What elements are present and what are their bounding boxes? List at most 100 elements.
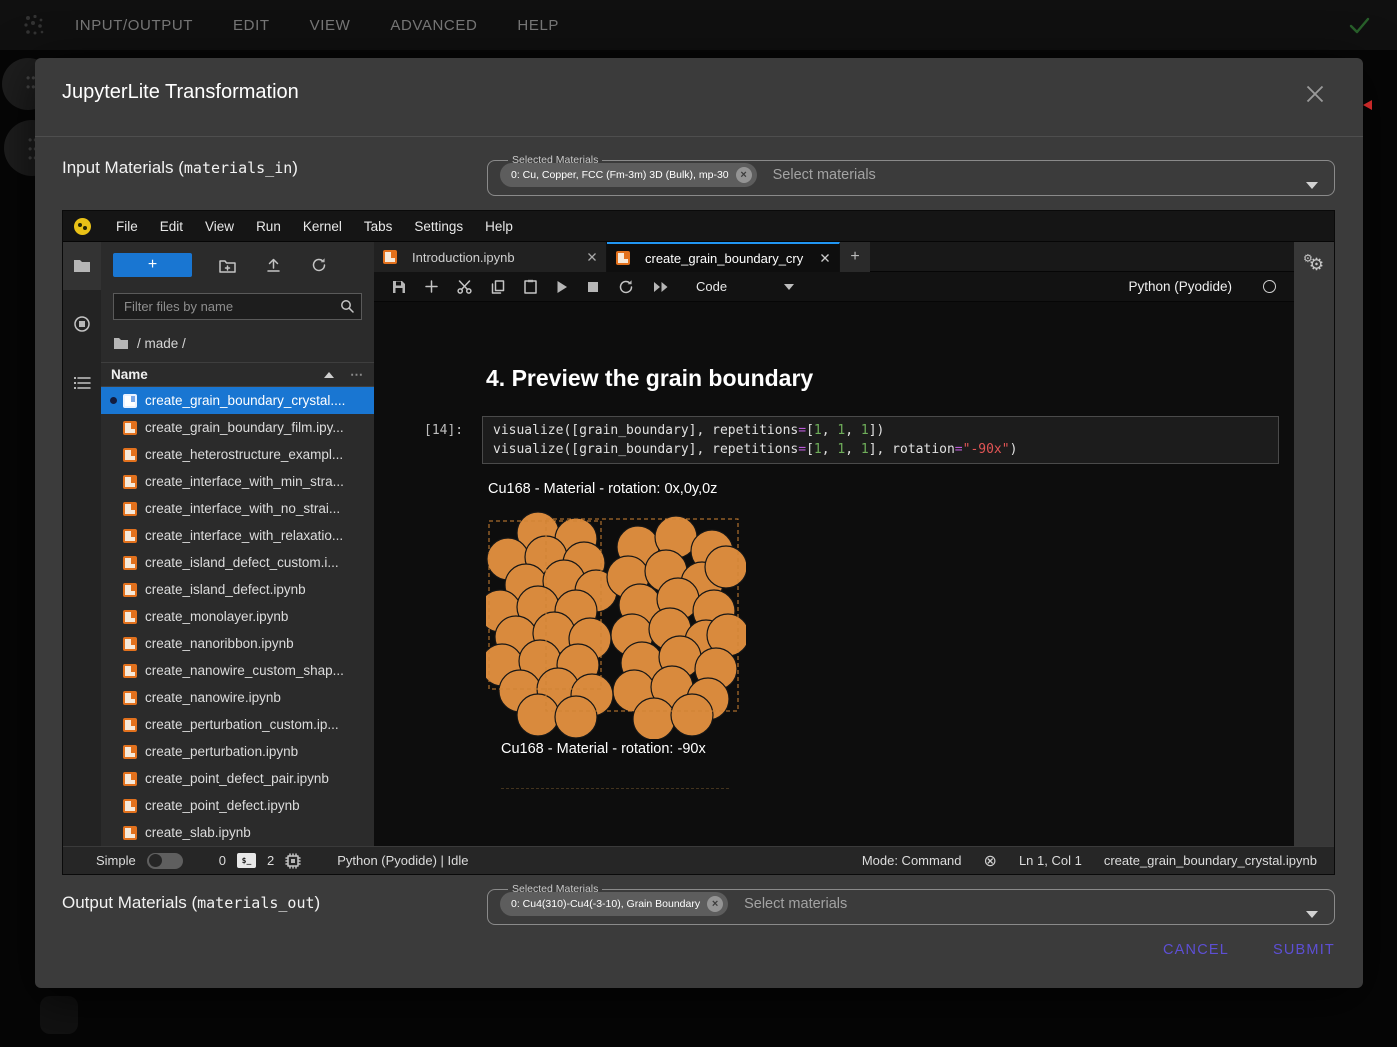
input-materials-select[interactable]: Selected Materials 0: Cu, Copper, FCC (F… (487, 155, 1335, 196)
column-name: Name (111, 367, 148, 382)
notebook-file-icon (123, 502, 137, 516)
file-list-item[interactable]: create_monolayer.ipynb (101, 603, 374, 630)
tab-create-grain-boundary[interactable]: create_grain_boundary_cry (607, 242, 840, 272)
notebook-file-icon (123, 583, 137, 597)
tab-introduction[interactable]: Introduction.ipynb (374, 242, 607, 272)
output-material-chip[interactable]: 0: Cu4(310)-Cu4(-3-10), Grain Boundary × (500, 892, 728, 916)
cursor-position[interactable]: Ln 1, Col 1 (1019, 853, 1082, 868)
file-list-item[interactable]: create_interface_with_min_stra... (101, 468, 374, 495)
add-cell-icon[interactable] (425, 280, 438, 293)
cut-icon[interactable] (457, 280, 472, 294)
jupyter-menu-settings[interactable]: Settings (403, 219, 474, 234)
file-name: create_nanowire.ipynb (145, 690, 281, 705)
jupyter-menu-kernel[interactable]: Kernel (292, 219, 353, 234)
more-icon[interactable]: ⋯ (350, 367, 364, 383)
kernel-status-icon[interactable] (1263, 280, 1276, 293)
input-material-chip[interactable]: 0: Cu, Copper, FCC (Fm-3m) 3D (Bulk), mp… (500, 163, 757, 187)
new-folder-icon[interactable] (219, 258, 236, 273)
notebook-file-icon (123, 826, 137, 840)
new-tab-button[interactable]: + (840, 242, 870, 272)
cancel-button[interactable]: CANCEL (1163, 942, 1229, 958)
file-list-item[interactable]: create_interface_with_no_strai... (101, 495, 374, 522)
stop-icon[interactable] (587, 281, 599, 293)
mode-indicator[interactable]: Mode: Command (862, 853, 962, 868)
file-list-header[interactable]: Name ⋯ (101, 362, 374, 387)
new-launcher-button[interactable]: + (113, 253, 192, 277)
copy-icon[interactable] (491, 280, 505, 294)
cu-atom (671, 694, 713, 736)
breadcrumb[interactable]: / made / (113, 333, 362, 353)
file-list-item[interactable]: create_island_defect_custom.i... (101, 549, 374, 576)
chip-label: 0: Cu, Copper, FCC (Fm-3m) 3D (Bulk), mp… (511, 169, 729, 181)
jupyter-menu-edit[interactable]: Edit (149, 219, 194, 234)
file-name: create_monolayer.ipynb (145, 609, 288, 624)
file-name: create_nanowire_custom_shap... (145, 663, 344, 678)
upload-icon[interactable] (266, 257, 281, 273)
simple-mode-toggle[interactable] (147, 853, 183, 869)
file-list-item[interactable]: create_point_defect_pair.ipynb (101, 765, 374, 792)
file-list-item[interactable]: create_point_defect.ipynb (101, 792, 374, 819)
settings-gears-icon[interactable]: ⚙⚙ (1303, 252, 1324, 275)
run-icon[interactable] (556, 280, 568, 294)
close-tab-icon[interactable] (820, 253, 830, 263)
notebook-file-icon (123, 556, 137, 570)
chip-remove-icon[interactable]: × (707, 896, 723, 912)
restart-kernel-icon[interactable] (618, 279, 634, 295)
file-name: create_grain_boundary_film.ipy... (145, 420, 344, 435)
paste-icon[interactable] (524, 279, 537, 294)
file-list-item[interactable]: create_perturbation.ipynb (101, 738, 374, 765)
chevron-down-icon[interactable] (1306, 182, 1318, 189)
input-select-placeholder: Select materials (773, 167, 876, 183)
material-visualization[interactable] (486, 507, 746, 739)
dialog-actions: CANCEL SUBMIT (1163, 942, 1335, 958)
output-materials-select[interactable]: Selected Materials 0: Cu4(310)-Cu4(-3-10… (487, 884, 1335, 925)
file-list-item[interactable]: create_interface_with_relaxatio... (101, 522, 374, 549)
kernel-name[interactable]: Python (Pyodide) (1128, 279, 1232, 294)
file-name: create_slab.ipynb (145, 825, 251, 840)
run-all-icon[interactable] (653, 281, 669, 293)
output-select-placeholder: Select materials (744, 896, 847, 912)
code-cell[interactable]: visualize([grain_boundary], repetitions=… (482, 416, 1279, 464)
file-list-item[interactable]: create_heterostructure_exampl... (101, 441, 374, 468)
notebook-document[interactable]: 4. Preview the grain boundary [14]: visu… (374, 302, 1294, 846)
sidebar-tab-running[interactable] (63, 300, 101, 348)
close-icon[interactable] (1305, 84, 1325, 104)
jupyter-menu-run[interactable]: Run (245, 219, 292, 234)
submit-button[interactable]: SUBMIT (1273, 942, 1335, 958)
cell-type-dropdown[interactable]: Code (696, 279, 727, 294)
file-name: create_heterostructure_exampl... (145, 447, 343, 462)
file-list-item[interactable]: create_perturbation_custom.ip... (101, 711, 374, 738)
chevron-down-icon[interactable] (784, 284, 794, 290)
jupyter-menu-tabs[interactable]: Tabs (353, 219, 404, 234)
cu-atom (633, 698, 675, 739)
file-name: create_interface_with_min_stra... (145, 474, 344, 489)
close-tab-icon[interactable] (587, 252, 597, 262)
sidebar-tab-toc[interactable] (63, 359, 101, 407)
file-list-item[interactable]: create_nanoribbon.ipynb (101, 630, 374, 657)
chip-remove-icon[interactable]: × (736, 167, 752, 183)
file-name: create_point_defect.ipynb (145, 798, 300, 813)
jupyter-menu-view[interactable]: View (194, 219, 245, 234)
chevron-down-icon[interactable] (1306, 911, 1318, 918)
jupyter-menu-file[interactable]: File (105, 219, 149, 234)
save-icon[interactable] (392, 280, 406, 294)
file-list-item[interactable]: create_grain_boundary_crystal.... (101, 387, 374, 414)
file-list-item[interactable]: create_nanowire_custom_shap... (101, 657, 374, 684)
sidebar-tab-files[interactable] (63, 242, 101, 290)
jupyter-menus: FileEditViewRunKernelTabsSettingsHelp (105, 219, 524, 234)
file-list-item[interactable]: create_island_defect.ipynb (101, 576, 374, 603)
kernels-count[interactable]: 2 (267, 853, 274, 868)
notebook-file-icon (123, 691, 137, 705)
refresh-icon[interactable] (311, 257, 327, 273)
notebook-file-icon (123, 718, 137, 732)
output-materials-label: Output Materials (materials_out) (62, 893, 320, 913)
terminals-count[interactable]: 0 (219, 853, 226, 868)
filter-files-input[interactable] (113, 293, 362, 320)
file-list-item[interactable]: create_slab.ipynb (101, 819, 374, 846)
file-list-item[interactable]: create_nanowire.ipynb (101, 684, 374, 711)
trust-icon[interactable]: ⊗ (984, 851, 997, 871)
file-list-item[interactable]: create_grain_boundary_film.ipy... (101, 414, 374, 441)
jupyter-menu-help[interactable]: Help (474, 219, 524, 234)
kernel-state[interactable]: Python (Pyodide) | Idle (337, 853, 468, 868)
terminal-icon: $_ (237, 853, 256, 868)
